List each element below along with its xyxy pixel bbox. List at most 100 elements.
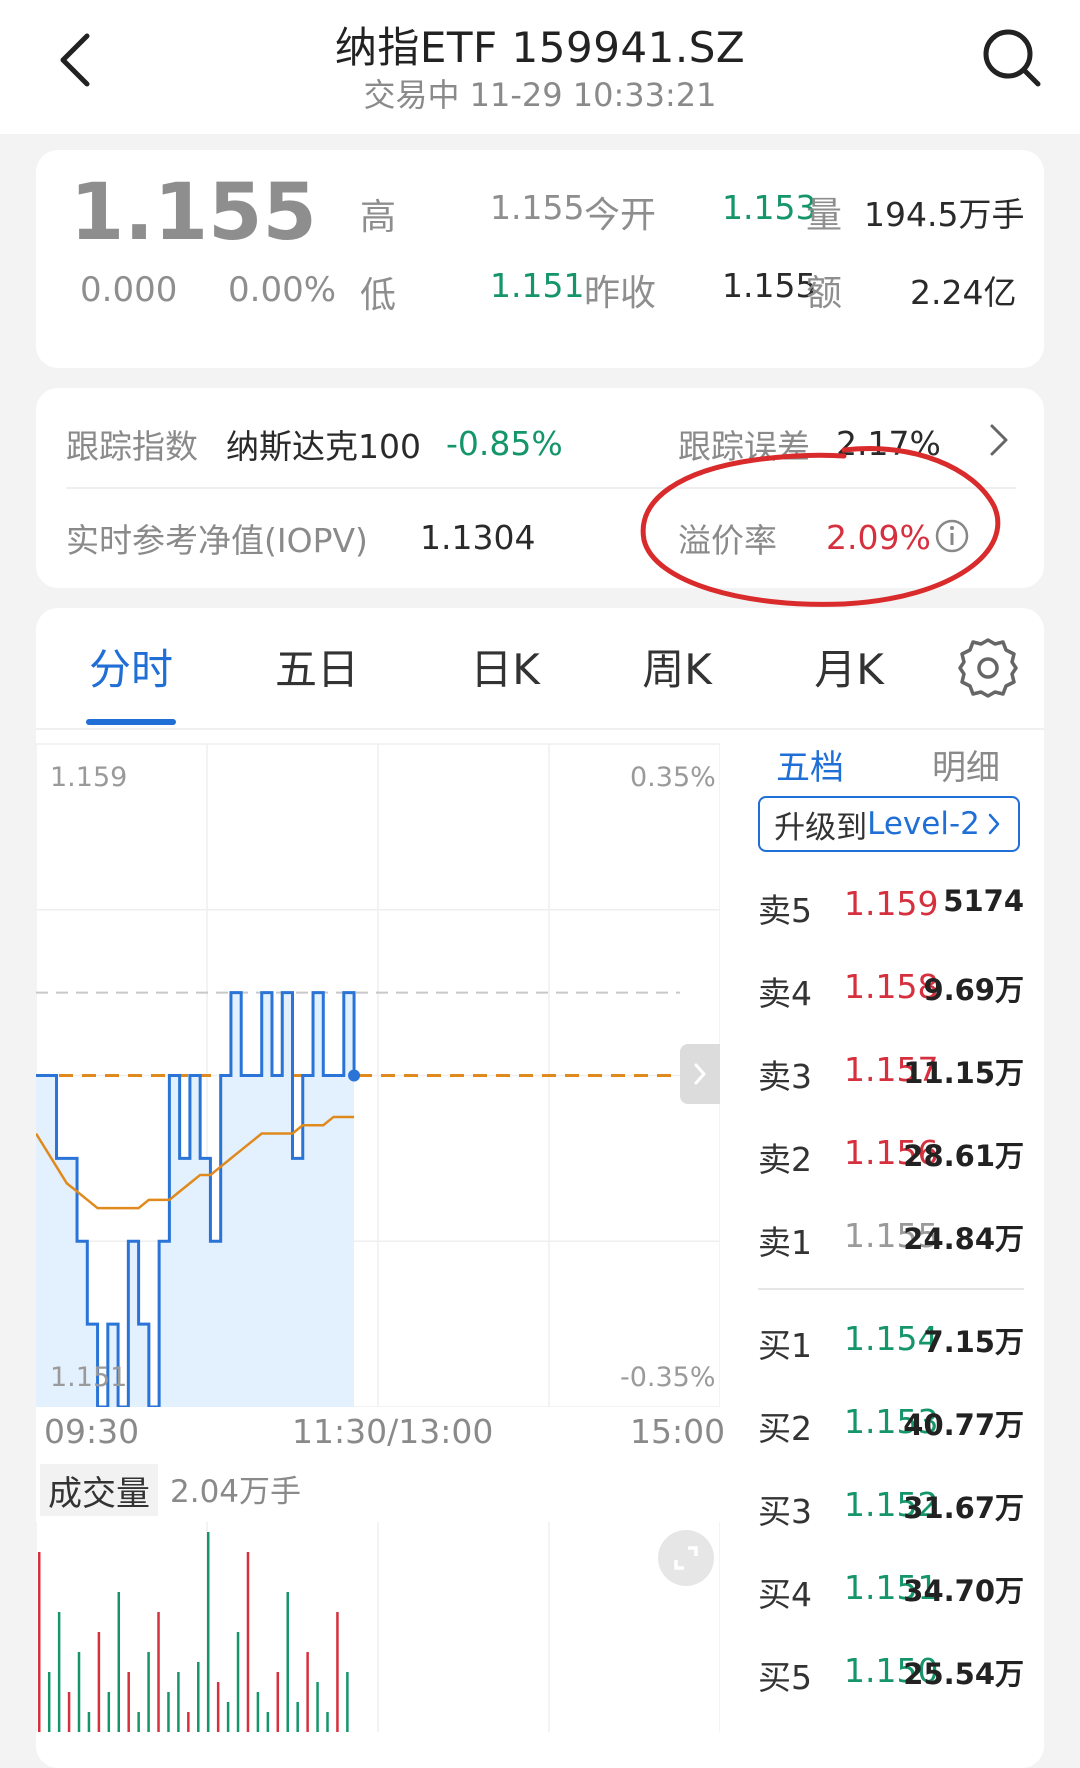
axis-bottom-price: 1.151 bbox=[50, 1362, 128, 1393]
chart-expand-right-button[interactable] bbox=[680, 1044, 720, 1104]
page-title: 纳指ETF 159941.SZ bbox=[334, 23, 746, 72]
bid-name: 买4 bbox=[758, 1575, 812, 1614]
volume-bar bbox=[256, 1692, 260, 1732]
bid-name: 买5 bbox=[758, 1658, 812, 1697]
tracking-index-label: 跟踪指数 bbox=[66, 427, 198, 466]
search-button[interactable] bbox=[972, 18, 1052, 98]
volume-bar bbox=[206, 1532, 210, 1732]
tab-monthly-k[interactable]: 月K bbox=[794, 636, 904, 697]
active-tab-indicator bbox=[86, 719, 176, 725]
ask-price: 1.159 bbox=[844, 884, 939, 923]
low-value: 1.151 bbox=[490, 266, 585, 305]
volume-section-value: 2.04万手 bbox=[170, 1474, 302, 1510]
time-end: 15:00 bbox=[630, 1412, 726, 1451]
volume-bar bbox=[266, 1712, 270, 1732]
bid-volume: 34.70万 bbox=[903, 1574, 1024, 1608]
upgrade-level: Level-2 bbox=[867, 806, 980, 842]
book-divider bbox=[758, 1288, 1024, 1290]
volume-bar bbox=[157, 1612, 160, 1732]
bid-name: 买3 bbox=[758, 1492, 812, 1531]
bid-volume: 31.67万 bbox=[903, 1491, 1024, 1525]
time-start: 09:30 bbox=[44, 1412, 140, 1451]
fullscreen-button[interactable] bbox=[658, 1530, 714, 1586]
volume-bar bbox=[117, 1592, 121, 1732]
iopv-label: 实时参考净值(IOPV) bbox=[66, 521, 368, 560]
chart-settings-button[interactable] bbox=[956, 636, 1020, 700]
bid-row-4[interactable]: 买4 1.151 34.70万 bbox=[758, 1568, 1024, 1618]
ask-volume: 11.15万 bbox=[903, 1056, 1024, 1090]
bid-row-1[interactable]: 买1 1.154 7.15万 bbox=[758, 1319, 1024, 1369]
open-value: 1.153 bbox=[722, 188, 817, 227]
tab-daily-k[interactable]: 日K bbox=[450, 636, 560, 697]
volume-label: 量 bbox=[806, 195, 843, 236]
volume-bar bbox=[177, 1672, 180, 1732]
intraday-chart[interactable] bbox=[36, 742, 720, 1407]
tab-five-level[interactable]: 五档 bbox=[776, 740, 844, 789]
axis-top-price: 1.159 bbox=[50, 762, 128, 793]
bid-row-5[interactable]: 买5 1.150 25.54万 bbox=[758, 1651, 1024, 1701]
last-price-dot bbox=[348, 1069, 361, 1082]
bid-name: 买2 bbox=[758, 1409, 812, 1448]
ask-row-2[interactable]: 卖2 1.156 28.61万 bbox=[758, 1133, 1024, 1183]
search-icon bbox=[983, 29, 1041, 87]
ask-row-5[interactable]: 卖5 1.159 5174 bbox=[758, 884, 1024, 934]
tracking-index-name: 纳斯达克100 bbox=[226, 427, 421, 466]
tab-five-day[interactable]: 五日 bbox=[262, 636, 372, 697]
volume-bar bbox=[306, 1652, 309, 1732]
annotation-circle bbox=[640, 446, 1001, 607]
volume-bar bbox=[336, 1612, 339, 1732]
expand-icon bbox=[674, 1546, 698, 1570]
volume-bar bbox=[286, 1592, 289, 1732]
tab-weekly-k[interactable]: 周K bbox=[622, 636, 732, 697]
volume-section-title: 成交量 bbox=[40, 1464, 158, 1516]
gear-icon bbox=[958, 638, 1018, 698]
volume-bar bbox=[187, 1712, 190, 1732]
volume-bar bbox=[236, 1632, 240, 1732]
volume-chart bbox=[36, 1522, 720, 1732]
ask-volume: 9.69万 bbox=[923, 973, 1024, 1007]
volume-bar bbox=[326, 1712, 329, 1732]
upgrade-level2-button[interactable]: 升级到 Level-2 bbox=[758, 796, 1020, 852]
volume-bar bbox=[47, 1672, 51, 1732]
tab-trade-detail[interactable]: 明细 bbox=[932, 740, 1000, 789]
time-mid: 11:30/13:00 bbox=[292, 1412, 494, 1451]
top-bar: 纳指ETF 159941.SZ 交易中 11-29 10:33:21 bbox=[0, 0, 1080, 134]
amount-value: 2.24亿 bbox=[910, 273, 1017, 312]
volume-bar bbox=[276, 1672, 280, 1732]
volume-bar bbox=[246, 1552, 250, 1732]
volume-bar bbox=[87, 1712, 91, 1732]
chevron-right-icon bbox=[988, 813, 1000, 835]
trading-status: 交易中 11-29 10:33:21 bbox=[363, 76, 717, 114]
tracking-index-change: -0.85% bbox=[446, 424, 563, 463]
tab-intraday[interactable]: 分时 bbox=[76, 636, 186, 697]
high-value: 1.155 bbox=[490, 188, 585, 227]
ask-volume: 28.61万 bbox=[903, 1139, 1024, 1173]
ask-row-4[interactable]: 卖4 1.158 9.69万 bbox=[758, 967, 1024, 1017]
last-price: 1.155 bbox=[70, 168, 317, 258]
price-change-pct: 0.00% bbox=[228, 270, 337, 310]
tabs-divider bbox=[36, 728, 1044, 730]
volume-bar bbox=[67, 1692, 71, 1732]
volume-bar bbox=[167, 1692, 170, 1732]
ask-row-3[interactable]: 卖3 1.157 11.15万 bbox=[758, 1050, 1024, 1100]
bid-volume: 25.54万 bbox=[903, 1657, 1024, 1691]
volume-bar bbox=[38, 1552, 41, 1732]
bid-row-2[interactable]: 买2 1.153 40.77万 bbox=[758, 1402, 1024, 1452]
high-label: 高 bbox=[360, 197, 397, 238]
price-change: 0.000 bbox=[80, 270, 178, 310]
volume-bar bbox=[77, 1652, 81, 1732]
bid-volume: 40.77万 bbox=[903, 1408, 1024, 1442]
axis-bottom-pct: -0.35% bbox=[620, 1362, 716, 1393]
iopv-value: 1.1304 bbox=[420, 518, 536, 557]
ask-volume: 24.84万 bbox=[903, 1222, 1024, 1256]
volume-bar bbox=[197, 1662, 200, 1732]
axis-top-pct: 0.35% bbox=[630, 762, 716, 793]
volume-bar bbox=[97, 1632, 101, 1732]
price-area-fill bbox=[36, 992, 355, 1407]
prev-close-label: 昨收 bbox=[584, 273, 657, 314]
volume-bar bbox=[216, 1682, 220, 1732]
bid-row-3[interactable]: 买3 1.152 31.67万 bbox=[758, 1485, 1024, 1535]
volume-bar bbox=[346, 1672, 349, 1732]
ask-row-1[interactable]: 卖1 1.155 24.84万 bbox=[758, 1216, 1024, 1266]
volume-bar bbox=[57, 1612, 61, 1732]
